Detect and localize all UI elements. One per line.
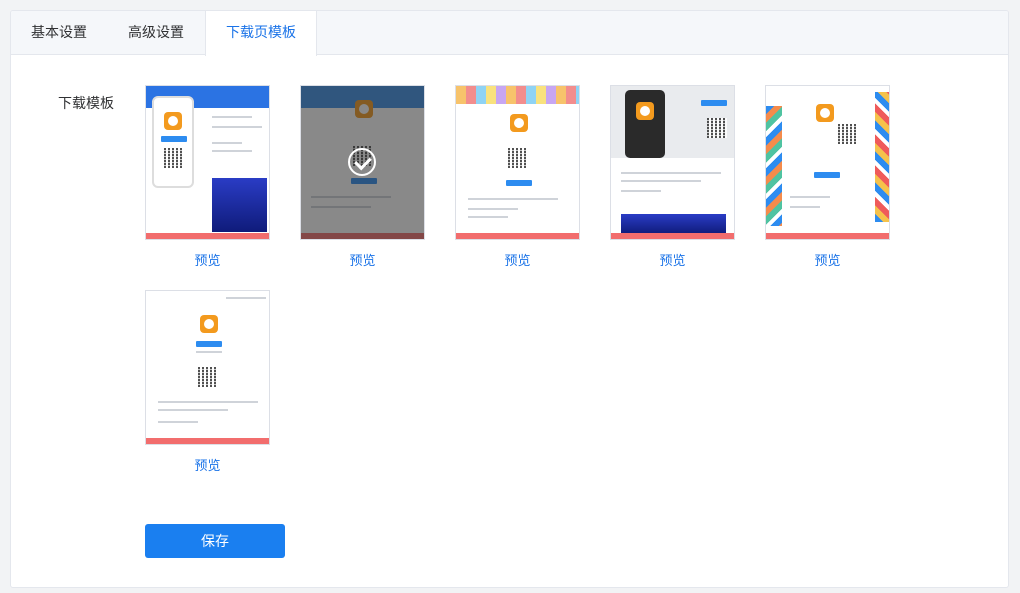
save-button[interactable]: 保存	[145, 524, 285, 558]
check-circle-icon	[348, 148, 376, 176]
geometric-pattern-left	[766, 106, 782, 226]
preview-link-4[interactable]: 预览	[610, 250, 735, 269]
geometric-pattern-right	[875, 92, 889, 222]
template-thumbnail-6[interactable]	[145, 290, 270, 445]
footer-bar	[146, 233, 269, 239]
preview-link-5[interactable]: 预览	[765, 250, 890, 269]
template-thumbnail-1[interactable]	[145, 85, 270, 240]
app-icon	[200, 315, 218, 333]
city-banner	[621, 214, 726, 234]
qr-code	[707, 118, 727, 138]
city-banner	[212, 178, 267, 232]
app-icon	[164, 112, 182, 130]
tab-download-template[interactable]: 下载页模板	[205, 11, 317, 56]
tab-bar: 基本设置 高级设置 下载页模板	[11, 11, 1008, 56]
app-icon	[816, 104, 834, 122]
template-thumbnail-2[interactable]	[300, 85, 425, 240]
qr-code	[838, 124, 858, 144]
app-icon	[510, 114, 528, 132]
preview-link-3[interactable]: 预览	[455, 250, 580, 269]
template-thumbnail-3[interactable]	[455, 85, 580, 240]
tab-advanced-settings[interactable]: 高级设置	[108, 11, 205, 55]
app-icon	[636, 102, 654, 120]
phone-mockup	[152, 96, 194, 188]
qr-code	[198, 367, 218, 387]
qr-code	[164, 148, 184, 168]
preview-link-2[interactable]: 预览	[300, 250, 425, 269]
template-thumbnail-4[interactable]	[610, 85, 735, 240]
preview-link-6[interactable]: 预览	[145, 455, 270, 474]
qr-code	[508, 148, 528, 168]
tab-basic-settings[interactable]: 基本设置	[11, 11, 108, 55]
settings-card: 基本设置 高级设置 下载页模板 下载模板 预览 预览 预览 预览 预览 预览 保…	[10, 10, 1009, 588]
preview-link-1[interactable]: 预览	[145, 250, 270, 269]
download-template-label: 下载模板	[58, 96, 114, 112]
download-button-mini	[161, 136, 187, 142]
template-thumbnail-5[interactable]	[765, 85, 890, 240]
pixel-banner	[456, 86, 579, 104]
phone-in-hand	[625, 90, 665, 158]
